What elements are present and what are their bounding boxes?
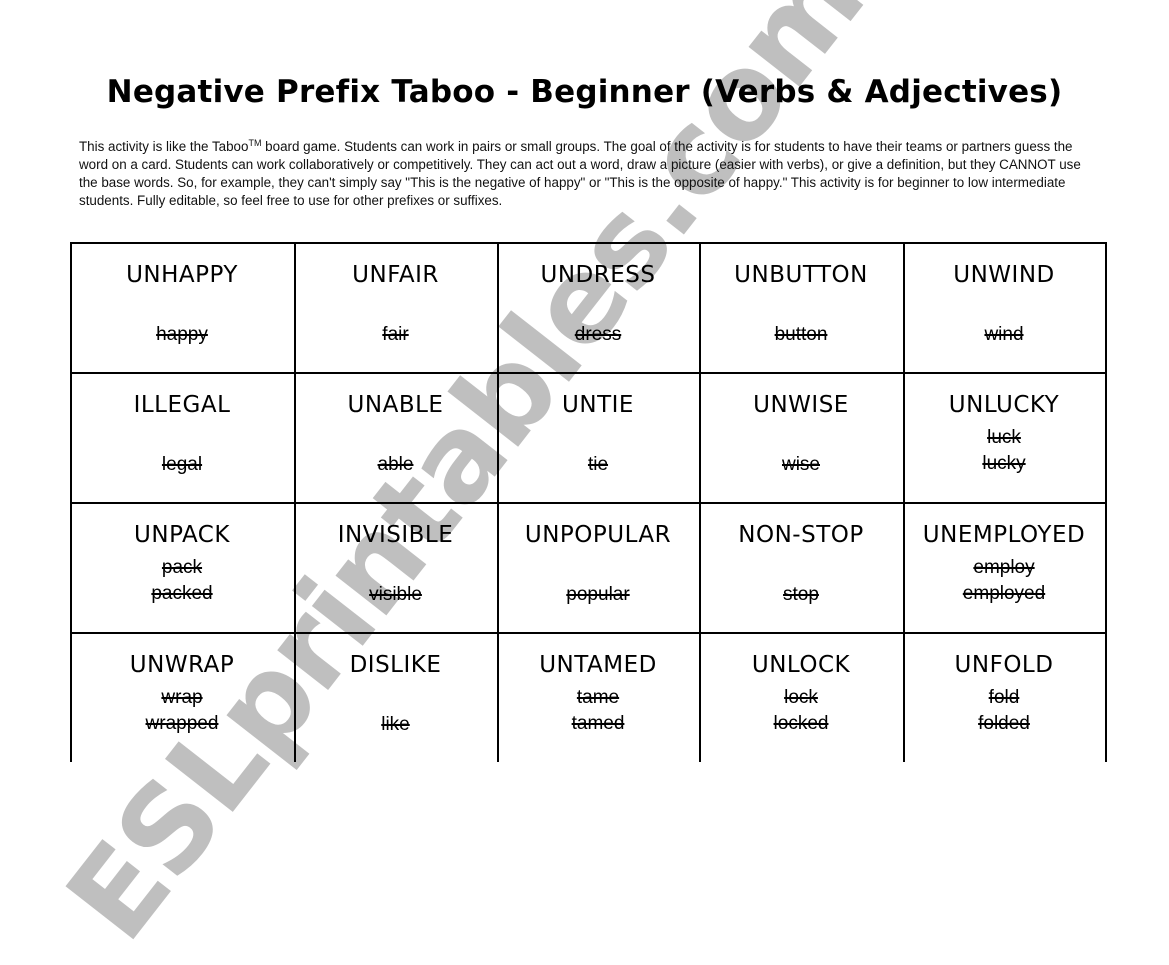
card-taboo-words: luck lucky [903, 425, 1105, 477]
trademark-symbol: TM [248, 138, 262, 148]
card-target-word: UNABLE [347, 392, 444, 418]
taboo-word: luck [987, 427, 1021, 448]
card-target-word: UNHAPPY [126, 262, 238, 288]
card-taboo-words: employ employed [903, 555, 1105, 607]
taboo-card: UNFOLD fold folded [903, 632, 1105, 762]
card-target-word: UNBUTTON [734, 262, 868, 288]
taboo-card: UNWRAP wrap wrapped [70, 632, 294, 762]
card-target-word: UNFAIR [352, 262, 439, 288]
taboo-card: INVISIBLE visible [294, 502, 497, 632]
intro-text-start: This activity is like the Taboo [79, 139, 249, 154]
card-taboo-words: lock locked [699, 685, 903, 737]
card-taboo-words: tie [497, 452, 699, 478]
taboo-word: folded [978, 713, 1030, 734]
card-taboo-words: pack packed [70, 555, 294, 607]
card-taboo-words: button [699, 322, 903, 348]
taboo-card: UNTIE tie [497, 372, 699, 502]
taboo-word: packed [151, 583, 213, 604]
card-target-word: UNPOPULAR [524, 522, 672, 548]
taboo-word: legal [161, 454, 203, 475]
taboo-card: ILLEGAL legal [70, 372, 294, 502]
card-taboo-words: fold folded [903, 685, 1105, 737]
taboo-word: wrapped [145, 713, 219, 734]
card-taboo-words: like [294, 712, 497, 738]
taboo-word: lock [784, 687, 818, 708]
card-taboo-words: wind [903, 322, 1105, 348]
card-taboo-words: wise [699, 452, 903, 478]
card-target-word: UNTIE [562, 392, 634, 418]
taboo-card: NON-STOP stop [699, 502, 903, 632]
taboo-word: wise [781, 454, 820, 475]
card-target-word: DISLIKE [349, 652, 442, 678]
taboo-card: UNTAMED tame tamed [497, 632, 699, 762]
card-target-word: UNPACK [134, 522, 230, 548]
card-taboo-words: dress [497, 322, 699, 348]
taboo-card: UNDRESS dress [497, 242, 699, 372]
card-target-word: UNLOCK [751, 652, 851, 678]
taboo-word: fair [382, 324, 409, 345]
taboo-card: DISLIKE like [294, 632, 497, 762]
taboo-card: UNLOCK lock locked [699, 632, 903, 762]
taboo-word: fold [988, 687, 1020, 708]
taboo-word: button [774, 324, 828, 345]
page-title: Negative Prefix Taboo - Beginner (Verbs … [106, 74, 1063, 110]
taboo-word: wind [984, 324, 1024, 345]
taboo-word: popular [566, 584, 630, 605]
taboo-card: UNBUTTON button [699, 242, 903, 372]
taboo-card: UNWIND wind [903, 242, 1105, 372]
taboo-card: UNFAIR fair [294, 242, 497, 372]
taboo-word: like [381, 714, 410, 735]
taboo-card-grid: UNHAPPY happy UNFAIR fair UNDRESS dress UNBUTT… [70, 242, 1107, 762]
taboo-word: tie [587, 454, 609, 475]
card-taboo-words: tame tamed [497, 685, 699, 737]
card-target-word: UNEMPLOYED [922, 522, 1086, 548]
taboo-word: pack [161, 557, 203, 578]
card-target-word: UNWIND [953, 262, 1055, 288]
card-target-word: NON-STOP [738, 522, 864, 548]
taboo-card: UNPOPULAR popular [497, 502, 699, 632]
card-target-word: INVISIBLE [337, 522, 454, 548]
taboo-word: tame [576, 687, 620, 708]
taboo-word: tamed [571, 713, 625, 734]
taboo-word: dress [574, 324, 622, 345]
taboo-card: UNHAPPY happy [70, 242, 294, 372]
card-taboo-words: visible [294, 582, 497, 608]
taboo-word: stop [783, 584, 819, 605]
card-taboo-words: fair [294, 322, 497, 348]
taboo-word: employ [973, 557, 1035, 578]
card-target-word: UNTAMED [539, 652, 657, 678]
taboo-card: UNWISE wise [699, 372, 903, 502]
card-target-word: UNDRESS [540, 262, 656, 288]
taboo-word: locked [773, 713, 829, 734]
intro-paragraph: This activity is like the TabooTM board … [79, 138, 1094, 210]
card-target-word: UNLUCKY [948, 392, 1060, 418]
card-taboo-words: popular [497, 582, 699, 608]
grid-column-line [1105, 242, 1107, 762]
card-taboo-words: stop [699, 582, 903, 608]
taboo-word: able [377, 454, 414, 475]
card-target-word: UNFOLD [954, 652, 1054, 678]
taboo-card: UNLUCKY luck lucky [903, 372, 1105, 502]
card-taboo-words: happy [70, 322, 294, 348]
taboo-word: lucky [982, 453, 1026, 474]
card-taboo-words: able [294, 452, 497, 478]
taboo-word: happy [156, 324, 208, 345]
taboo-card: UNPACK pack packed [70, 502, 294, 632]
taboo-word: employed [962, 583, 1046, 604]
card-target-word: UNWRAP [129, 652, 235, 678]
card-taboo-words: wrap wrapped [70, 685, 294, 737]
card-taboo-words: legal [70, 452, 294, 478]
card-target-word: UNWISE [753, 392, 849, 418]
taboo-card: UNABLE able [294, 372, 497, 502]
card-target-word: ILLEGAL [133, 392, 231, 418]
taboo-word: wrap [161, 687, 203, 708]
taboo-card: UNEMPLOYED employ employed [903, 502, 1105, 632]
taboo-word: visible [369, 584, 422, 605]
